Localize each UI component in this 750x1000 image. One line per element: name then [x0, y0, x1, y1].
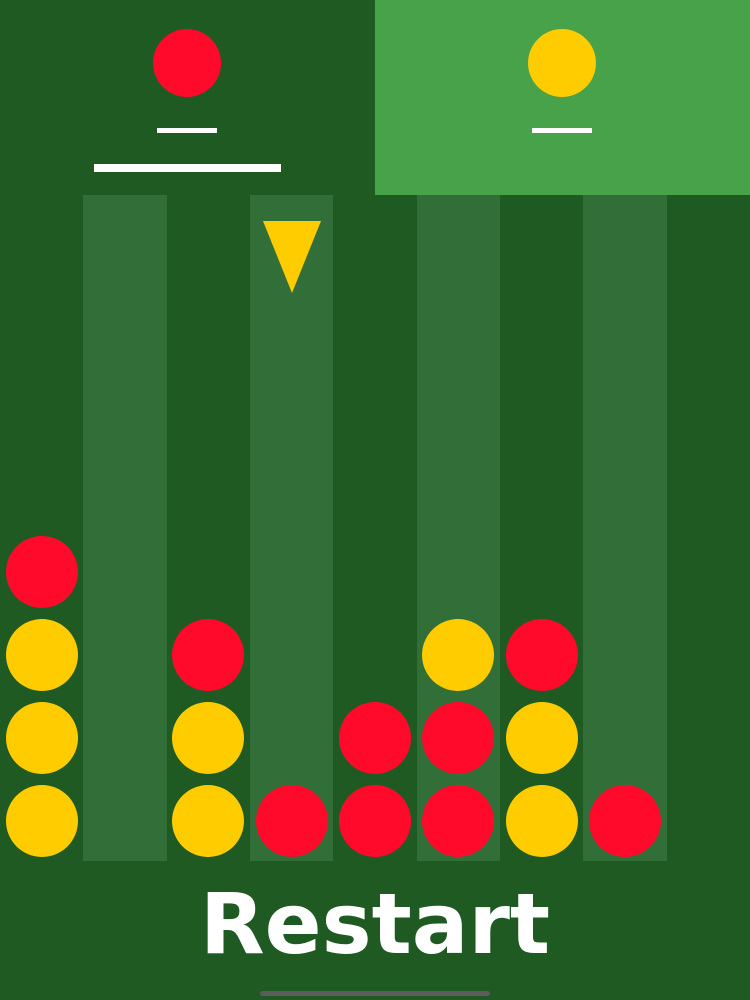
red-disc [5, 535, 78, 608]
yellow-disc [505, 785, 578, 858]
drop-indicator-arrow [262, 221, 321, 293]
red-disc [588, 785, 661, 858]
game-board [0, 195, 750, 861]
board-column-4[interactable] [333, 195, 417, 861]
red-disc [172, 618, 245, 691]
yellow-disc [172, 785, 245, 858]
player-yellow-disc [528, 29, 596, 97]
player-red-score [157, 128, 217, 133]
player-red-panel [0, 0, 375, 195]
red-disc [422, 785, 495, 858]
board-column-1[interactable] [83, 195, 167, 861]
home-indicator [260, 991, 490, 996]
player-yellow-panel [375, 0, 750, 195]
red-disc [255, 785, 328, 858]
active-turn-indicator [94, 164, 281, 172]
red-disc [338, 702, 411, 775]
player-red-disc [153, 29, 221, 97]
yellow-disc [505, 702, 578, 775]
restart-button[interactable]: Restart [0, 861, 750, 1000]
yellow-disc [422, 618, 495, 691]
board-column-0[interactable] [0, 195, 84, 861]
board-column-5[interactable] [416, 195, 500, 861]
board-column-7[interactable] [583, 195, 667, 861]
board-column-8[interactable] [666, 195, 750, 861]
yellow-disc [5, 702, 78, 775]
red-disc [505, 618, 578, 691]
board-column-2[interactable] [166, 195, 250, 861]
player-yellow-score [532, 128, 592, 133]
yellow-disc [5, 618, 78, 691]
yellow-disc [172, 702, 245, 775]
scoreboard [0, 0, 750, 195]
yellow-disc [5, 785, 78, 858]
board-column-6[interactable] [499, 195, 584, 861]
footer: Restart [0, 861, 750, 1000]
red-disc [422, 702, 495, 775]
red-disc [338, 785, 411, 858]
board-column-3[interactable] [249, 195, 334, 861]
